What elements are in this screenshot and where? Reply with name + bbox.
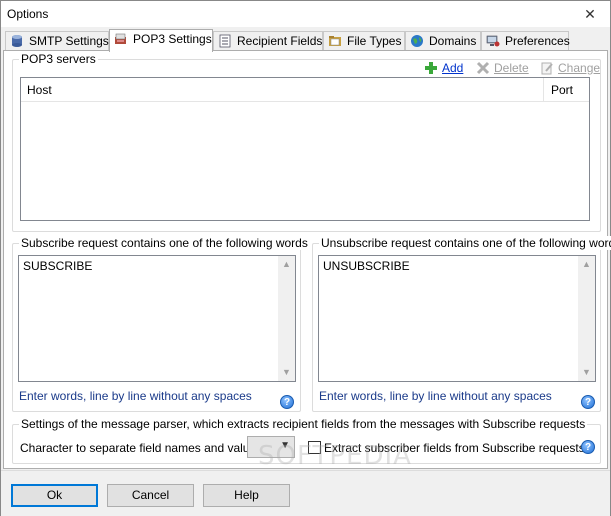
separator-label: Character to separate field names and va… [20, 441, 269, 455]
scroll-up-icon[interactable]: ▲ [578, 256, 595, 273]
delete-label: Delete [494, 61, 529, 75]
extract-fields-label[interactable]: Extract subscriber fields from Subscribe… [324, 441, 585, 455]
window-title: Options [7, 7, 49, 21]
vertical-scrollbar[interactable]: ▲ ▼ [578, 256, 595, 381]
mail-server-icon [114, 32, 128, 46]
delete-x-icon [476, 61, 490, 75]
group-label: POP3 servers [19, 52, 98, 66]
group-label: Settings of the message parser, which ex… [19, 417, 588, 431]
add-label: Add [442, 61, 464, 75]
plus-icon [424, 61, 438, 75]
help-icon[interactable]: ? [581, 440, 595, 454]
pop3-settings-panel: POP3 servers Add Delete Change Host Port [3, 50, 611, 471]
help-icon[interactable]: ? [581, 395, 595, 409]
options-dialog: Options ✕ SMTP Settings POP3 Settings Re… [0, 0, 611, 516]
unsubscribe-words-value: UNSUBSCRIBE [323, 259, 410, 273]
computer-settings-icon [486, 34, 500, 48]
database-icon [10, 34, 24, 48]
globe-icon [410, 34, 424, 48]
group-label: Unsubscribe request contains one of the … [319, 236, 611, 250]
vertical-scrollbar[interactable]: ▲ ▼ [278, 256, 295, 381]
tab-recipient-fields[interactable]: Recipient Fields [213, 31, 323, 51]
tab-label: Domains [429, 34, 477, 48]
edit-page-icon [540, 61, 554, 75]
delete-server-button[interactable]: Delete [476, 61, 529, 75]
tab-pop3-settings[interactable]: POP3 Settings [109, 29, 213, 52]
unsubscribe-words-textarea[interactable]: UNSUBSCRIBE ▲ ▼ [318, 255, 596, 382]
cancel-button[interactable]: Cancel [107, 484, 194, 507]
chevron-down-icon: ▼ [280, 440, 290, 451]
help-button[interactable]: Help [203, 484, 290, 507]
close-icon[interactable]: ✕ [570, 1, 610, 27]
column-host[interactable]: Host [21, 78, 52, 102]
extract-fields-checkbox[interactable] [308, 441, 321, 454]
tab-label: File Types [347, 34, 402, 48]
add-server-button[interactable]: Add [424, 61, 463, 75]
folder-icon [328, 34, 342, 48]
list-document-icon [218, 34, 232, 48]
scroll-down-icon[interactable]: ▼ [578, 364, 595, 381]
separator-select[interactable]: ▼ [247, 436, 295, 458]
column-separator[interactable] [543, 78, 544, 102]
tab-label: SMTP Settings [29, 34, 109, 48]
help-icon[interactable]: ? [280, 395, 294, 409]
subscribe-words-textarea[interactable]: SUBSCRIBE ▲ ▼ [18, 255, 296, 382]
dialog-button-bar: Ok Cancel Help [1, 470, 610, 516]
pop3-servers-list[interactable]: Host Port [20, 77, 590, 221]
subscribe-words-value: SUBSCRIBE [23, 259, 93, 273]
tab-preferences[interactable]: Preferences [481, 31, 570, 51]
change-label: Change [558, 61, 601, 75]
column-port[interactable]: Port [545, 78, 573, 102]
scroll-down-icon[interactable]: ▼ [278, 364, 295, 381]
ok-button[interactable]: Ok [11, 484, 98, 507]
tab-file-types[interactable]: File Types [323, 31, 405, 51]
group-label: Subscribe request contains one of the fo… [19, 236, 310, 250]
change-server-button[interactable]: Change [540, 61, 600, 75]
list-header: Host Port [21, 78, 589, 102]
tab-smtp-settings[interactable]: SMTP Settings [5, 31, 109, 51]
tab-label: POP3 Settings [133, 32, 212, 46]
tab-domains[interactable]: Domains [405, 31, 481, 51]
tab-strip: SMTP Settings POP3 Settings Recipient Fi… [3, 29, 608, 52]
scroll-up-icon[interactable]: ▲ [278, 256, 295, 273]
title-bar: Options ✕ [1, 1, 610, 27]
tab-label: Recipient Fields [237, 34, 323, 48]
subscribe-hint: Enter words, line by line without any sp… [19, 389, 252, 403]
unsubscribe-hint: Enter words, line by line without any sp… [319, 389, 552, 403]
tab-label: Preferences [505, 34, 570, 48]
